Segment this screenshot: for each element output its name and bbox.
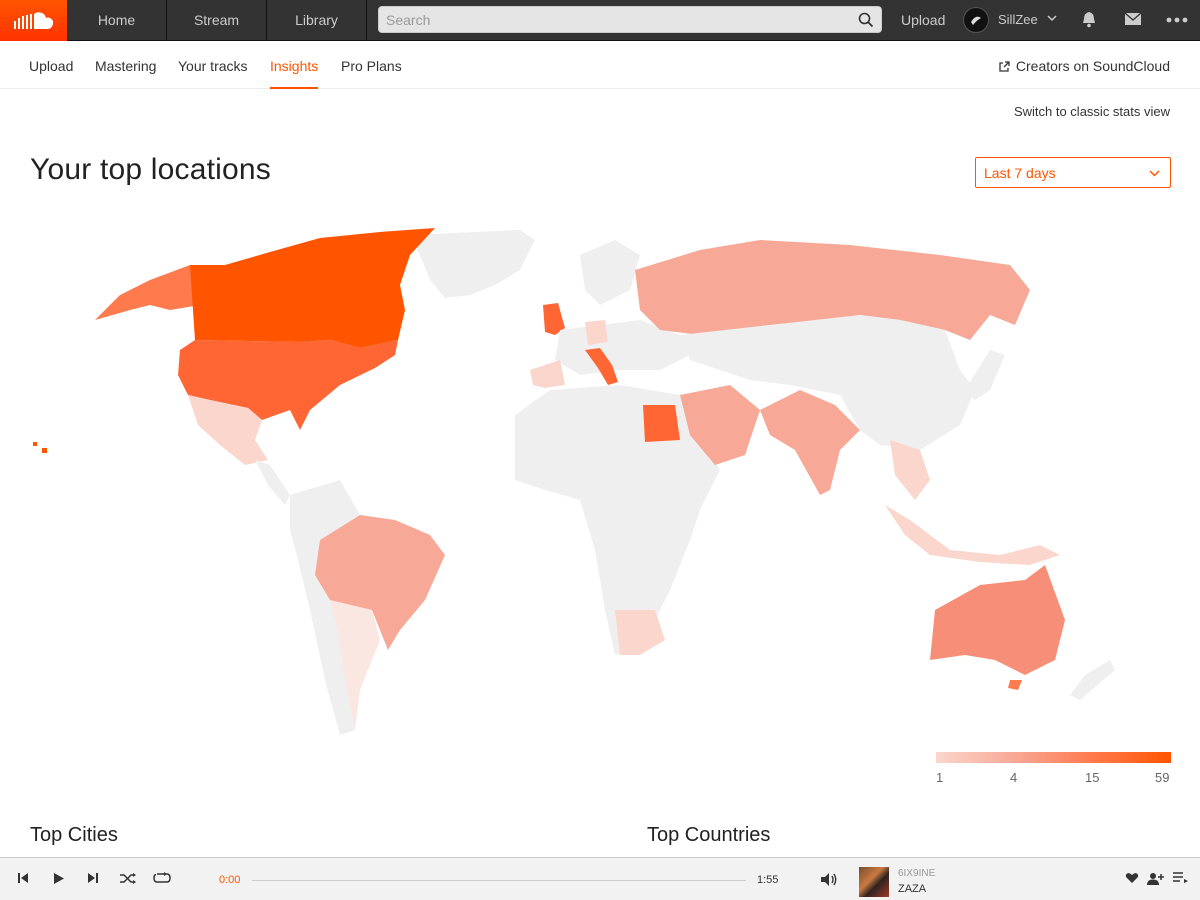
tab-upload[interactable]: Upload (29, 58, 73, 74)
region-japan[interactable] (965, 350, 1005, 400)
region-central-america[interactable] (255, 460, 290, 505)
tab-pro-plans[interactable]: Pro Plans (341, 58, 402, 74)
region-india[interactable] (760, 390, 860, 495)
current-time: 0:00 (219, 874, 241, 886)
legend-max-label: 59 (1155, 770, 1170, 785)
top-cities-heading: Top Cities (30, 824, 118, 846)
nav-home[interactable]: Home (67, 0, 167, 40)
progress-bar[interactable] (252, 880, 746, 881)
region-new-zealand[interactable] (1070, 660, 1115, 700)
region-greenland[interactable] (410, 230, 535, 298)
soundcloud-logo[interactable] (0, 0, 67, 41)
avatar[interactable] (963, 7, 989, 33)
mail-icon[interactable] (1124, 12, 1142, 26)
upload-link[interactable]: Upload (901, 12, 945, 28)
track-artist[interactable]: 6IX9INE (898, 868, 935, 879)
nav-stream[interactable]: Stream (167, 0, 267, 40)
external-link-icon (999, 60, 1010, 72)
username-menu[interactable]: SillZee (998, 12, 1038, 27)
top-countries-heading: Top Countries (647, 824, 771, 846)
region-southeast-asia[interactable] (890, 440, 930, 500)
classic-stats-link[interactable]: Switch to classic stats view (1014, 104, 1170, 119)
region-egypt[interactable] (643, 405, 680, 442)
more-options-icon[interactable] (1166, 11, 1188, 29)
creators-link-label: Creators on SoundCloud (1015, 58, 1170, 74)
region-germany[interactable] (585, 320, 608, 345)
total-time: 1:55 (757, 874, 779, 886)
world-map (33, 228, 1115, 735)
previous-icon[interactable] (17, 872, 29, 884)
map-legend-scale (936, 752, 1171, 763)
search-icon[interactable] (851, 12, 881, 28)
creator-subnav: Upload Mastering Your tracks Insights Pr… (0, 41, 1200, 89)
region-australia[interactable] (930, 565, 1065, 675)
soundcloud-cloud-icon (13, 11, 53, 29)
repeat-icon[interactable] (153, 872, 171, 885)
date-range-select[interactable]: Last 7 days (975, 157, 1171, 188)
like-heart-icon[interactable] (1125, 872, 1139, 884)
tab-your-tracks[interactable]: Your tracks (178, 58, 248, 74)
legend-label: 4 (1010, 770, 1018, 785)
shuffle-icon[interactable] (119, 872, 137, 885)
region-hawaii[interactable] (33, 442, 47, 453)
tab-mastering[interactable]: Mastering (95, 58, 156, 74)
search-input[interactable] (379, 7, 851, 32)
track-title[interactable]: ZAZA (898, 883, 926, 895)
chevron-down-icon[interactable] (1047, 13, 1057, 23)
bell-icon[interactable] (1081, 11, 1097, 28)
region-scandinavia[interactable] (580, 240, 640, 305)
tab-insights[interactable]: Insights (270, 58, 318, 74)
volume-icon[interactable] (820, 872, 838, 887)
region-indonesia[interactable] (885, 505, 1060, 565)
legend-label: 15 (1085, 770, 1100, 785)
track-artwork[interactable] (859, 867, 889, 897)
nav-library[interactable]: Library (267, 0, 367, 40)
region-canada[interactable] (190, 228, 435, 348)
chevron-down-icon (1149, 170, 1160, 177)
next-icon[interactable] (87, 872, 99, 884)
search-box (378, 6, 882, 33)
play-icon[interactable] (52, 872, 65, 885)
date-range-value: Last 7 days (984, 164, 1056, 181)
region-tasmania[interactable] (1008, 680, 1022, 690)
queue-icon[interactable] (1173, 872, 1188, 884)
region-spain[interactable] (530, 360, 565, 388)
follow-user-icon[interactable] (1147, 872, 1164, 885)
region-south-africa[interactable] (615, 610, 665, 655)
legend-min-label: 1 (936, 770, 944, 785)
page-title: Your top locations (30, 153, 271, 186)
active-tab-indicator (270, 87, 318, 89)
creators-link[interactable]: Creators on SoundCloud (999, 58, 1170, 74)
player-bar: 0:00 1:55 6IX9INE ZAZA (0, 857, 1200, 900)
